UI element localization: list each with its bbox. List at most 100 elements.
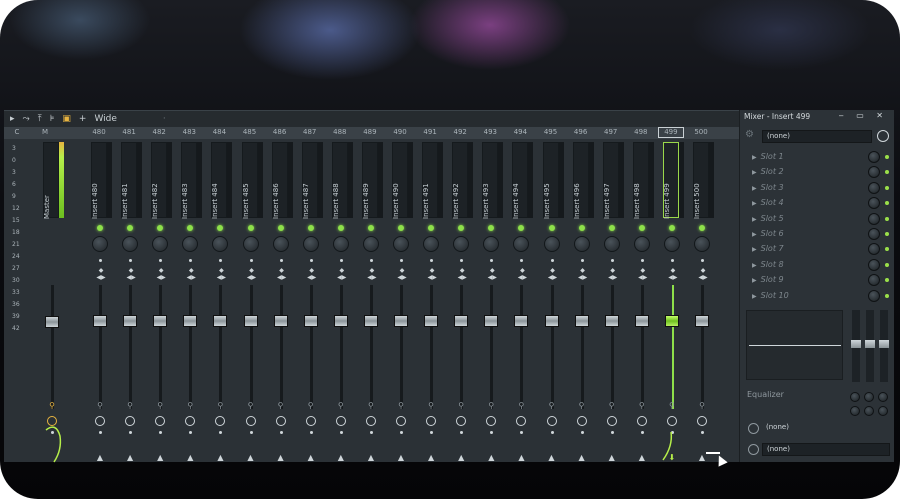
volume-fader[interactable]: [123, 315, 138, 327]
stereo-arrows-icon[interactable]: ◆ ◀▶: [94, 267, 108, 281]
route-icon[interactable]: ⚲: [366, 401, 376, 410]
routing-icon[interactable]: ⊧: [50, 114, 55, 124]
stereo-arrows-icon[interactable]: ◆ ◀▶: [696, 267, 710, 281]
expand-icon[interactable]: ▶: [752, 231, 757, 238]
fx-slot[interactable]: ▶ Slot 3: [746, 181, 871, 195]
send-arrow-icon[interactable]: ▲: [455, 453, 467, 462]
eq-fader-low[interactable]: [851, 310, 861, 382]
link-icon[interactable]: [456, 416, 467, 426]
send-arrow-icon[interactable]: ▲: [636, 453, 648, 462]
mute-led[interactable]: [488, 225, 495, 231]
fx-enable-led[interactable]: [885, 232, 889, 236]
stereo-arrows-icon[interactable]: ◆ ◀▶: [214, 267, 228, 281]
stereo-arrows-icon[interactable]: ◆ ◀▶: [515, 267, 529, 281]
master-strip[interactable]: Master ⚲: [38, 139, 66, 463]
insert-strip[interactable]: Insert 485 ◆◀▶ ⚲ ▲: [237, 139, 265, 463]
insert-strip[interactable]: Insert 482 ◆◀▶ ⚲ ▲: [146, 139, 174, 463]
route-icon[interactable]: ⚲: [155, 401, 165, 410]
ruler-number[interactable]: 482: [146, 128, 172, 136]
route-icon[interactable]: ⚲: [607, 401, 617, 410]
stereo-arrows-icon[interactable]: ◆ ◀▶: [124, 267, 138, 281]
window-controls[interactable]: ‒ ▭ ✕: [839, 111, 888, 120]
link-icon[interactable]: [95, 416, 105, 426]
mute-led[interactable]: [458, 225, 465, 231]
stereo-arrows-icon[interactable]: ◆ ◀▶: [395, 267, 409, 281]
mute-led[interactable]: [518, 225, 525, 231]
pan-knob[interactable]: [483, 236, 500, 252]
route-icon[interactable]: ⚲: [125, 401, 135, 410]
mute-led[interactable]: [157, 225, 164, 231]
mute-led[interactable]: [187, 225, 194, 231]
pan-knob[interactable]: [212, 236, 229, 252]
fx-slot[interactable]: ▶ Slot 6: [746, 227, 871, 241]
mute-led[interactable]: [127, 225, 134, 231]
mute-led[interactable]: [548, 225, 555, 231]
stereo-arrows-icon[interactable]: ◆ ◀▶: [335, 267, 349, 281]
output-dropdown[interactable]: (none): [762, 443, 890, 456]
pan-knob[interactable]: [573, 236, 590, 252]
ruler-number[interactable]: 487: [297, 128, 323, 136]
pan-knob[interactable]: [122, 236, 139, 252]
fx-enable-led[interactable]: [885, 201, 889, 206]
insert-strip[interactable]: Insert 500 ◆◀▶ ⚲ ▲: [688, 139, 716, 463]
mute-led[interactable]: [97, 225, 103, 231]
preset-dropdown[interactable]: (none): [762, 130, 872, 143]
pan-knob[interactable]: [362, 236, 379, 252]
send-arrow-icon[interactable]: ▲: [365, 453, 377, 462]
send-arrow-icon[interactable]: ▲: [275, 453, 287, 462]
volume-fader[interactable]: [484, 315, 499, 327]
expand-icon[interactable]: ▶: [752, 154, 757, 161]
fx-slot[interactable]: ▶ Slot 9: [746, 273, 871, 287]
pan-knob[interactable]: [453, 236, 470, 252]
fx-slot[interactable]: ▶ Slot 1: [746, 150, 871, 164]
fx-slot[interactable]: ▶ Slot 4: [746, 196, 871, 210]
settings-icon[interactable]: [877, 130, 889, 142]
send-arrow-icon[interactable]: ▲: [124, 453, 136, 462]
fx-slot[interactable]: ▶ Slot 2: [746, 165, 871, 179]
ruler-number[interactable]: 490: [387, 128, 413, 136]
mute-led[interactable]: [428, 225, 435, 231]
link-icon[interactable]: [365, 416, 376, 426]
volume-fader[interactable]: [544, 315, 559, 327]
mute-led[interactable]: [337, 225, 344, 231]
mute-led[interactable]: [247, 225, 254, 231]
insert-strip[interactable]: Insert 484 ◆◀▶ ⚲ ▲: [206, 139, 234, 463]
insert-strip[interactable]: Insert 488 ◆◀▶ ⚲ ▲: [327, 139, 355, 463]
eq-knob[interactable]: [864, 406, 874, 416]
ruler-number[interactable]: 486: [267, 128, 293, 136]
route-icon[interactable]: ⚲: [185, 401, 195, 410]
ruler-number[interactable]: 488: [327, 128, 353, 136]
fx-enable-led[interactable]: [885, 278, 889, 283]
send-arrow-icon[interactable]: ▲: [515, 453, 527, 462]
mute-led[interactable]: [367, 225, 374, 231]
eq-fader-high[interactable]: [879, 310, 889, 382]
eq-fader-mid[interactable]: [865, 310, 875, 382]
pan-knob[interactable]: [513, 236, 530, 252]
insert-strip[interactable]: Insert 496 ◆◀▶ ⚲ ▲: [568, 139, 596, 463]
fx-enable-led[interactable]: [885, 155, 889, 159]
volume-fader[interactable]: [454, 315, 469, 327]
route-icon[interactable]: ⚲: [276, 401, 286, 410]
pan-knob[interactable]: [242, 236, 259, 252]
stereo-arrows-icon[interactable]: ◆ ◀▶: [425, 267, 439, 281]
insert-strip[interactable]: Insert 490 ◆◀▶ ⚲ ▲: [387, 139, 415, 463]
link-icon[interactable]: [426, 416, 437, 426]
link-icon[interactable]: [125, 416, 136, 426]
eq-knob[interactable]: [878, 392, 888, 402]
ruler-number[interactable]: 499: [657, 127, 684, 138]
send-arrow-icon[interactable]: ▲: [335, 453, 347, 462]
route-icon[interactable]: ⚲: [306, 401, 316, 410]
ruler-number[interactable]: 480: [86, 128, 112, 136]
pan-knob[interactable]: [633, 236, 650, 252]
view-icon[interactable]: ▣: [62, 114, 71, 124]
link-icon[interactable]: [546, 416, 557, 426]
send-arrow-icon[interactable]: ▲: [184, 453, 196, 462]
route-icon[interactable]: ⚲: [47, 401, 57, 410]
fx-enable-led[interactable]: [885, 247, 889, 252]
route-icon[interactable]: ⚲: [246, 401, 256, 410]
insert-strip[interactable]: Insert 483 ◆◀▶ ⚲ ▲: [176, 139, 204, 463]
stereo-arrows-icon[interactable]: ◆ ◀▶: [546, 267, 560, 281]
ruler-number[interactable]: 496: [568, 128, 594, 136]
insert-strip[interactable]: Insert 495 ◆◀▶ ⚲ ▲: [538, 139, 566, 463]
mute-led[interactable]: [307, 225, 314, 231]
